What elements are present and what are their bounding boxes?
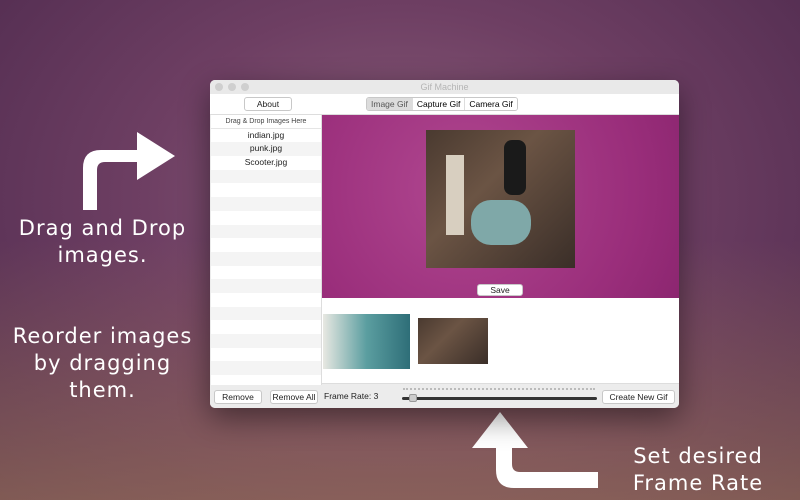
create-new-gif-button[interactable]: Create New Gif <box>602 390 675 404</box>
window-title: Gif Machine <box>420 82 469 92</box>
tab-camera-gif[interactable]: Camera Gif <box>465 98 517 110</box>
list-item[interactable]: punk.jpg <box>211 142 321 157</box>
minimize-button[interactable] <box>228 83 236 91</box>
toolbar: About Image Gif Capture Gif Camera Gif <box>210 94 679 115</box>
frame-thumbnail[interactable] <box>418 318 488 364</box>
frame-rate-label: Frame Rate: 3 <box>324 391 379 401</box>
gif-preview-area: Save <box>322 115 679 298</box>
curved-arrow-right-icon <box>83 132 175 210</box>
save-button[interactable]: Save <box>477 284 523 296</box>
tab-image-gif[interactable]: Image Gif <box>367 98 413 110</box>
close-button[interactable] <box>215 83 223 91</box>
zoom-button[interactable] <box>241 83 249 91</box>
remove-all-button[interactable]: Remove All <box>270 390 318 404</box>
list-item[interactable]: indian.jpg <box>211 128 321 143</box>
promo-drag-text: Drag and Drop images. <box>18 216 187 267</box>
curved-arrow-up-icon <box>472 412 598 488</box>
promo-reorder-text: Reorder images by dragging them. <box>12 324 193 402</box>
gif-machine-window: Gif Machine About Image Gif Capture Gif … <box>210 80 679 408</box>
drop-zone-header: Drag & Drop Images Here <box>211 115 321 129</box>
promo-frame-rate-text: Set desired Frame Rate <box>632 444 764 495</box>
frames-strip <box>322 298 679 384</box>
frame-rate-slider[interactable] <box>402 394 597 402</box>
frame-thumbnail[interactable] <box>323 314 410 369</box>
mode-segmented-control: Image Gif Capture Gif Camera Gif <box>366 97 518 111</box>
tab-capture-gif[interactable]: Capture Gif <box>412 98 466 110</box>
title-bar: Gif Machine <box>210 80 679 94</box>
about-button[interactable]: About <box>244 97 292 111</box>
list-item[interactable]: Scooter.jpg <box>211 156 321 170</box>
image-list[interactable]: Drag & Drop Images Here indian.jpg punk.… <box>211 115 322 385</box>
slider-ticks <box>403 388 595 391</box>
preview-image <box>426 130 575 268</box>
slider-knob[interactable] <box>409 394 418 402</box>
bottom-bar: Remove Remove All Frame Rate: 3 Create N… <box>210 385 679 408</box>
remove-button[interactable]: Remove <box>214 390 262 404</box>
